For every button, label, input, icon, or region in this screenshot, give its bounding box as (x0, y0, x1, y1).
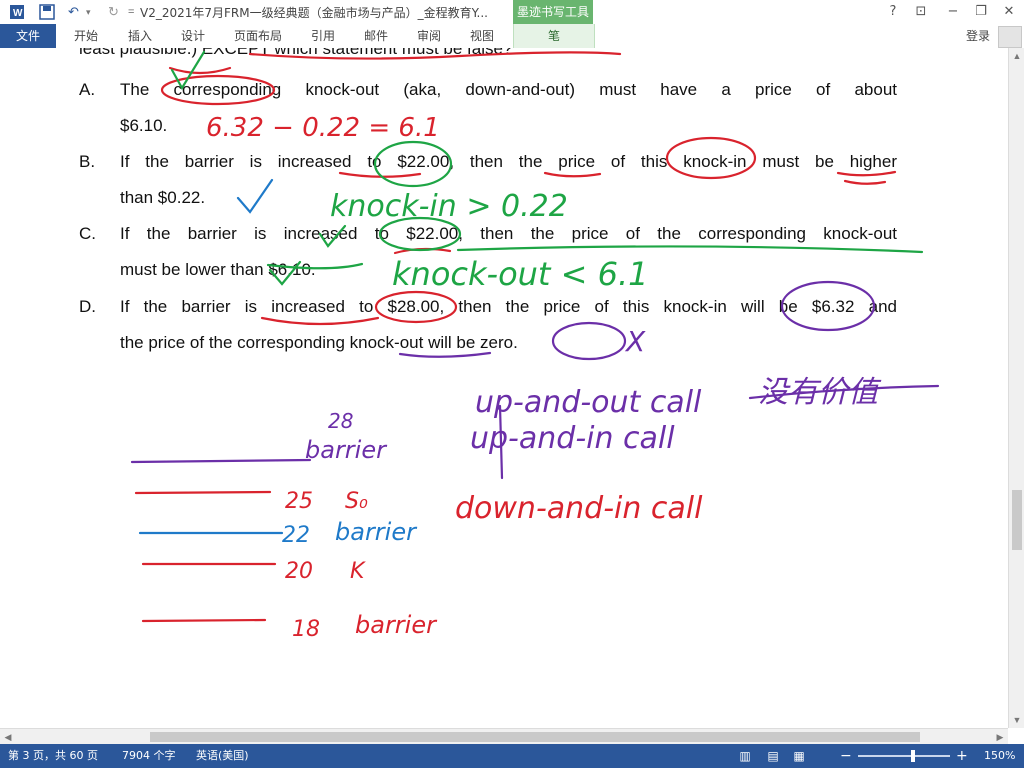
ink-tools-tab: 墨迹书写工具 (513, 0, 593, 24)
horizontal-scrollbar[interactable]: ◀ ▶ (0, 728, 1008, 745)
scroll-left-icon[interactable]: ◀ (0, 729, 16, 745)
read-mode-icon[interactable]: ▥ (738, 749, 752, 763)
pointer-stroke (748, 384, 940, 400)
question-header-fragment: least plausible.) EXCEPT which statement… (79, 48, 513, 58)
option-c-letter: C. (79, 224, 96, 243)
level-line-28 (130, 458, 312, 464)
tab-mailings[interactable]: 邮件 (364, 24, 388, 48)
underline-stroke (456, 245, 924, 254)
vertical-scrollbar[interactable]: ▲ ▼ (1008, 48, 1024, 728)
option-a-line2: $6.10. (120, 116, 168, 135)
option-d-line2: the price of the corresponding knock-out… (120, 333, 518, 352)
zoom-level[interactable]: 150% (984, 744, 1015, 768)
handwriting-up-in: up-and-in call (470, 421, 675, 456)
underline-stroke (393, 247, 452, 255)
svg-text:W: W (13, 8, 23, 19)
ladder-18: 18 (292, 617, 320, 642)
help-icon[interactable]: ? (880, 2, 906, 22)
sign-in-link[interactable]: 登录 (966, 24, 990, 48)
option-c-line1: If the barrier is increased to $22.00, t… (120, 224, 897, 243)
close-icon[interactable]: ✕ (996, 2, 1022, 22)
save-icon[interactable] (38, 3, 56, 21)
print-layout-icon[interactable]: ▤ (766, 749, 780, 763)
ladder-barrier-28: barrier (305, 436, 388, 464)
tab-review[interactable]: 审阅 (417, 24, 441, 48)
check-mark (236, 178, 274, 214)
underline-stroke (843, 179, 887, 185)
avatar[interactable] (998, 26, 1022, 48)
undo-icon[interactable]: ↶ (68, 3, 79, 21)
handwriting-x-mark: X (624, 325, 646, 358)
horizontal-scroll-thumb[interactable] (150, 732, 920, 742)
minimize-icon[interactable]: − (940, 2, 966, 22)
title-bar: W ↶ ▾ ↻ = V2_2021年7月FRM一级经典题（金融市场与产品）_金程… (0, 0, 1024, 24)
pointer-stroke (498, 404, 504, 480)
underline-stroke (836, 170, 897, 177)
option-a-letter: A. (79, 80, 96, 99)
handwriting-knock-in: knock-in > 0.22 (330, 189, 568, 224)
ladder-25: 25 (285, 489, 313, 514)
scroll-down-icon[interactable]: ▼ (1009, 712, 1024, 728)
option-d-line1: If the barrier is increased to $28.00, t… (120, 297, 897, 316)
scroll-right-icon[interactable]: ▶ (992, 729, 1008, 745)
word-count[interactable]: 7904 个字 (122, 744, 176, 768)
handwriting-calc: 6.32 − 0.22 = 6.1 (206, 113, 440, 143)
circle-mark (551, 321, 627, 361)
status-bar: 第 3 页，共 60 页 7904 个字 英语(美国) ▥ ▤ ▦ − + 15… (0, 744, 1024, 768)
option-b-line1: If the barrier is increased to $22.00, t… (120, 152, 897, 171)
underline-stroke (168, 66, 232, 75)
underline-stroke (398, 351, 492, 358)
tab-file[interactable]: 文件 (0, 24, 56, 48)
zoom-slider[interactable] (858, 755, 950, 757)
document-area[interactable]: least plausible.) EXCEPT which statement… (0, 48, 1008, 728)
restore-icon[interactable]: ❐ (968, 2, 994, 22)
handwriting-up-out: up-and-out call (475, 385, 702, 420)
option-b-line2: than $0.22. (120, 188, 206, 207)
zoom-out-icon[interactable]: − (840, 744, 852, 768)
tab-view[interactable]: 视图 (470, 24, 494, 48)
handwriting-no-value: 没有价值 (758, 375, 882, 410)
document-page: least plausible.) EXCEPT which statement… (0, 48, 1008, 728)
ribbon-display-options-icon[interactable]: ⊡ (908, 2, 934, 22)
ladder-barrier-18: barrier (355, 611, 438, 639)
redo-icon[interactable]: ↻ (108, 3, 119, 21)
option-d-letter: D. (79, 297, 96, 316)
ladder-s0: S₀ (345, 489, 368, 514)
word-icon[interactable]: W (8, 3, 26, 21)
ladder-k: K (350, 559, 366, 584)
level-line-18 (141, 618, 267, 623)
page-count[interactable]: 第 3 页，共 60 页 (8, 744, 98, 768)
underline-stroke (338, 171, 422, 178)
level-line-25 (134, 490, 272, 495)
zoom-in-icon[interactable]: + (956, 744, 968, 768)
tab-insert[interactable]: 插入 (128, 24, 152, 48)
language[interactable]: 英语(美国) (196, 744, 249, 768)
document-title: V2_2021年7月FRM一级经典题（金融市场与产品）_金程教育Y... (140, 6, 488, 20)
vertical-scroll-thumb[interactable] (1012, 490, 1022, 550)
option-c-line2: must be lower than $6.10. (120, 260, 316, 279)
underline-stroke (260, 316, 380, 326)
ribbon-tabs: 文件 开始 插入 设计 页面布局 引用 邮件 审阅 视图 笔 登录 (0, 24, 1024, 49)
handwriting-knock-out: knock-out < 6.1 (392, 255, 649, 293)
scroll-up-icon[interactable]: ▲ (1009, 48, 1024, 64)
tab-pen[interactable]: 笔 (513, 24, 595, 48)
customize-toolbar-icon[interactable]: = (128, 3, 134, 21)
tab-page-layout[interactable]: 页面布局 (234, 24, 282, 48)
ladder-22: 22 (282, 523, 310, 548)
ladder-28: 28 (328, 409, 353, 433)
tab-design[interactable]: 设计 (181, 24, 205, 48)
web-layout-icon[interactable]: ▦ (792, 749, 806, 763)
ladder-barrier-22: barrier (335, 518, 418, 546)
option-b-letter: B. (79, 152, 96, 171)
option-a-line1: The corresponding knock-out (aka, down-a… (120, 80, 897, 99)
tab-home[interactable]: 开始 (74, 24, 98, 48)
tab-references[interactable]: 引用 (311, 24, 335, 48)
underline-stroke (543, 171, 602, 178)
zoom-slider-thumb[interactable] (911, 750, 916, 762)
ink-annotation-layer: 6.32 − 0.22 = 6.1 25 S₀ 20 K 18 barrier … (130, 50, 940, 642)
undo-dropdown-icon[interactable]: ▾ (86, 3, 91, 21)
handwriting-down-in: down-and-in call (455, 491, 703, 526)
ladder-20: 20 (285, 559, 313, 584)
